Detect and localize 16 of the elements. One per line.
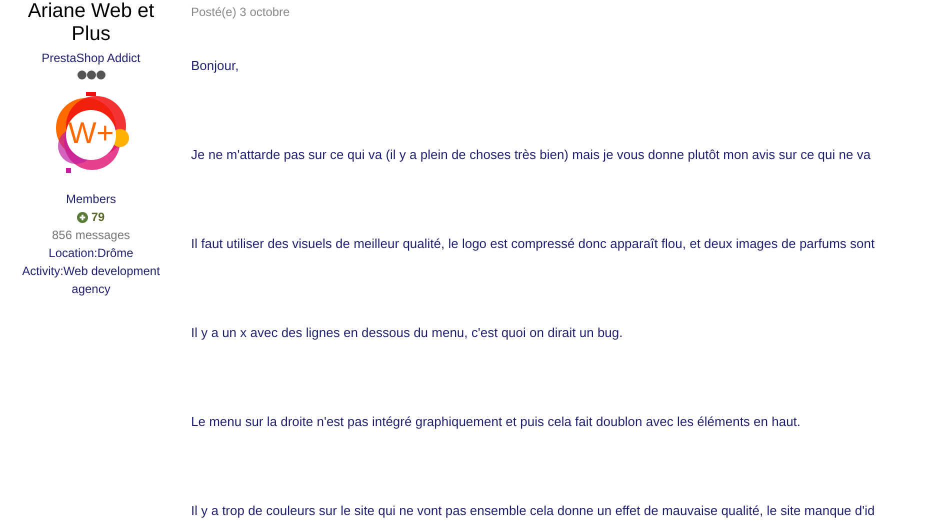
rank-pips-icon bbox=[76, 70, 106, 80]
post-paragraph: Il faut utiliser des visuels de meilleur qualité, le logo est compressé donc apparaît flou, et deux images de parfums sont bbox=[191, 235, 876, 253]
post-paragraph: Il y a un x avec des lignes en dessous du menu, c'est quoi on dirait un bug. bbox=[191, 324, 624, 342]
post-count: 856 messages bbox=[50, 227, 132, 244]
post-paragraph: Le menu sur la droite n'est pas intégré graphiquement et puis cela fait doublon avec les éléments en haut. bbox=[191, 413, 802, 431]
plus-icon bbox=[77, 212, 88, 222]
author-location: Location:Drôme bbox=[48, 245, 134, 262]
post-paragraph: Je ne m'attarde pas sur ce qui va (il y a plein de choses très bien) mais je vous donne plutôt mon avis sur ce qui ne va bbox=[191, 146, 872, 164]
post-paragraph: Bonjour, bbox=[191, 57, 240, 75]
member-group: Members bbox=[11, 190, 171, 208]
author-name[interactable]: Ariane Web et Plus bbox=[21, 0, 161, 46]
post-paragraph: Il y a trop de couleurs sur le site qui ne vont pas ensemble cela donne un effet de mauvaise qualité, le site manque d'id bbox=[191, 502, 876, 520]
author-activity: Activity:Web development agency bbox=[21, 263, 161, 298]
author-rank: PrestaShop Addict bbox=[42, 51, 140, 65]
post-date: Posté(e) 3 octobre bbox=[191, 5, 291, 19]
reputation-value: 79 bbox=[91, 209, 105, 226]
